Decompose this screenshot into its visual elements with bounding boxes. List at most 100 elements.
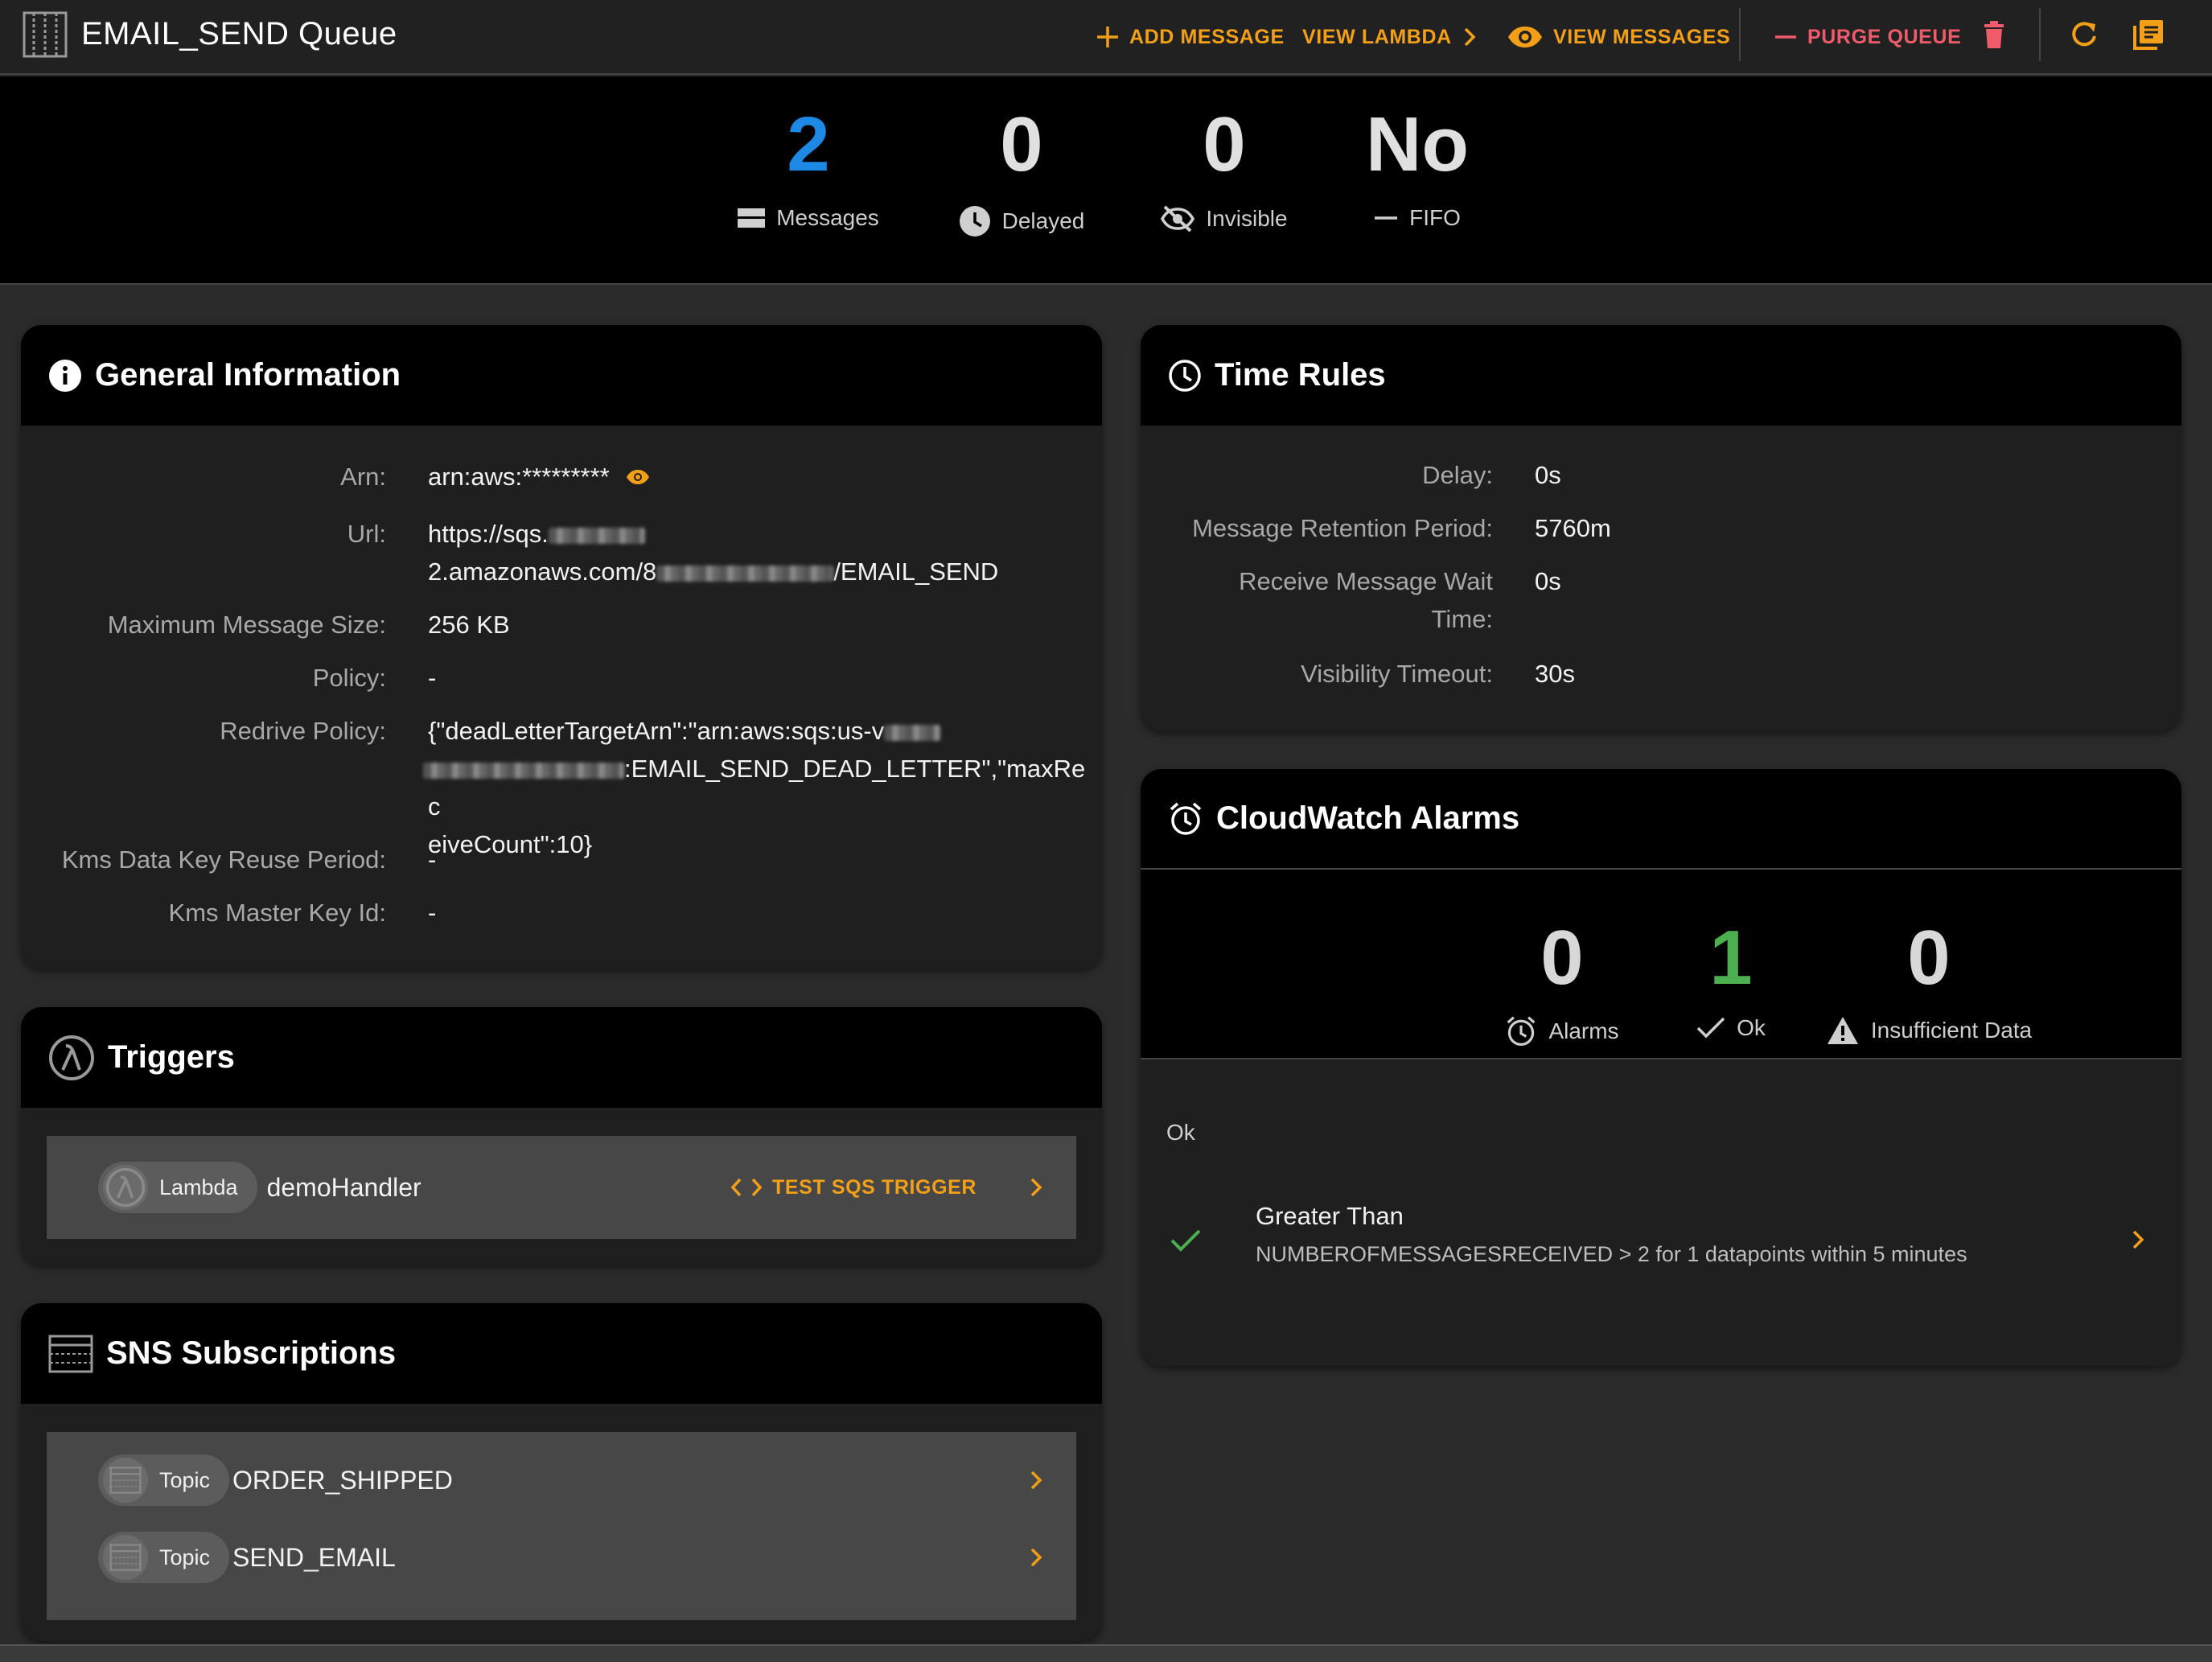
url-text-3: /EMAIL_SEND	[833, 557, 999, 586]
fifo-value: No	[1366, 101, 1469, 187]
receive-wait-value: 0s	[1535, 567, 1561, 595]
card-title: Triggers	[108, 1039, 235, 1075]
list-icon	[738, 208, 766, 228]
time-rules-card: Time Rules Delay: 0s Message Retention P…	[1141, 325, 2181, 730]
kms-key-label: Kms Master Key Id:	[168, 899, 386, 927]
library-books-icon	[2133, 20, 2163, 50]
toolbar-divider	[1739, 8, 1741, 61]
test-trigger-label: TEST SQS TRIGGER	[772, 1175, 977, 1199]
receive-wait-label-cont: Time:	[1431, 605, 1493, 633]
stat-invisible: 0 Invisible	[1112, 101, 1337, 232]
url-text-2: 2.amazonaws.com/8	[428, 557, 657, 586]
topic-chip: Topic	[98, 1454, 230, 1506]
general-information-card: General Information Arn: arn:aws:*******…	[21, 325, 1102, 969]
chevron-right-icon[interactable]	[2130, 1228, 2146, 1252]
redacted-block	[656, 565, 834, 582]
trash-icon	[1984, 21, 2004, 48]
os-taskbar	[0, 1644, 2212, 1662]
url-label: Url:	[347, 520, 386, 548]
trigger-name: demoHandler	[266, 1172, 421, 1202]
card-title: CloudWatch Alarms	[1216, 800, 1520, 836]
triggers-card: Triggers Lambda demoHandler TEST SQS TRI…	[21, 1007, 1102, 1265]
insufficient-count: 0	[1907, 915, 1951, 1001]
arn-text: arn:aws:*********	[428, 463, 610, 491]
max-size-value: 256 KB	[428, 611, 510, 639]
chip-label: Topic	[159, 1545, 211, 1569]
view-lambda-button[interactable]: VIEW LAMBDA	[1302, 18, 1478, 56]
sns-row[interactable]: Topic SEND_EMAIL	[47, 1519, 1076, 1596]
add-message-button[interactable]: ADD MESSAGE	[1096, 18, 1285, 56]
top-app-bar: EMAIL_SEND Queue ADD MESSAGE VIEW LAMBDA…	[0, 0, 2212, 75]
view-messages-label: VIEW MESSAGES	[1553, 25, 1731, 48]
kms-key-value: -	[428, 899, 437, 927]
topic-icon	[48, 1335, 93, 1372]
clock-icon	[959, 206, 990, 237]
reveal-eye-icon[interactable]	[626, 469, 650, 485]
trigger-row[interactable]: Lambda demoHandler TEST SQS TRIGGER	[47, 1136, 1076, 1239]
sns-row[interactable]: Topic ORDER_SHIPPED	[47, 1442, 1076, 1519]
queue-stats-banner: 2 Messages 0 Delayed 0 Invisible No FIFO	[0, 76, 2212, 285]
toolbar-divider	[2039, 8, 2041, 61]
card-header: SNS Subscriptions	[21, 1303, 1102, 1404]
alarm-stat-insufficient: 0 Insufficient Data	[1752, 914, 2106, 1046]
minus-icon	[1775, 35, 1796, 39]
chevron-right-icon[interactable]	[1028, 1175, 1044, 1199]
card-header: Triggers	[21, 1007, 1102, 1108]
view-messages-button[interactable]: VIEW MESSAGES	[1507, 18, 1730, 56]
view-lambda-label: VIEW LAMBDA	[1302, 25, 1452, 48]
purge-queue-label: PURGE QUEUE	[1807, 25, 1962, 48]
redacted-block	[548, 527, 645, 544]
warning-icon	[1827, 1017, 1858, 1044]
redacted-block	[884, 724, 941, 741]
lambda-icon	[49, 1035, 94, 1080]
alarm-clock-icon	[1507, 1016, 1536, 1046]
documentation-button[interactable]	[2130, 16, 2167, 53]
invisible-label: Invisible	[1206, 206, 1288, 231]
chevron-right-icon[interactable]	[1028, 1545, 1044, 1569]
policy-label: Policy:	[312, 664, 386, 692]
stat-messages: 2 Messages	[696, 101, 921, 231]
queue-logo-icon	[23, 11, 68, 58]
retention-label: Message Retention Period:	[1192, 514, 1493, 542]
chevron-right-icon	[1464, 27, 1476, 47]
topic-chip: Topic	[98, 1532, 230, 1583]
page-title: EMAIL_SEND Queue	[81, 16, 397, 51]
refresh-button[interactable]	[2066, 16, 2103, 53]
kms-reuse-value: -	[428, 845, 437, 874]
alarm-title: Greater Than	[1256, 1202, 1404, 1230]
redrive-text-3: eiveCount":10}	[428, 830, 593, 858]
insufficient-label: Insufficient Data	[1870, 1018, 2033, 1043]
redacted-block	[423, 762, 624, 779]
invisible-count: 0	[1203, 101, 1246, 187]
topic-icon	[103, 1458, 148, 1503]
topic-name: SEND_EMAIL	[232, 1542, 396, 1572]
card-title: SNS Subscriptions	[106, 1335, 397, 1371]
minus-icon	[1375, 216, 1398, 220]
topic-name: ORDER_SHIPPED	[232, 1465, 453, 1495]
arn-label: Arn:	[340, 463, 386, 491]
sns-subscriptions-card: SNS Subscriptions Topic ORDER_SHIPPED To…	[21, 1303, 1102, 1641]
chip-label: Topic	[159, 1467, 211, 1492]
messages-label: Messages	[776, 205, 879, 230]
redrive-value: {"deadLetterTargetArn":"arn:aws:sqs:us-v…	[423, 712, 1087, 863]
max-size-label: Maximum Message Size:	[107, 611, 386, 639]
kms-reuse-label: Kms Data Key Reuse Period:	[61, 845, 386, 874]
chevron-right-icon[interactable]	[1028, 1468, 1044, 1492]
purge-queue-button[interactable]: PURGE QUEUE	[1774, 18, 1961, 56]
general-fields: Arn: arn:aws:********* Url: https://sqs.…	[21, 325, 1102, 969]
lambda-chip: Lambda	[98, 1162, 257, 1213]
delete-queue-button[interactable]	[1976, 16, 2013, 53]
plus-icon	[1097, 27, 1118, 47]
delay-label: Delay:	[1422, 461, 1493, 489]
cloudwatch-alarms-card: CloudWatch Alarms 0 Alarms 1 Ok 0 Insuff…	[1141, 769, 2181, 1366]
refresh-icon	[2072, 22, 2096, 47]
alarm-row[interactable]: Greater Than NUMBEROFMESSAGESRECEIVED > …	[1141, 1195, 2181, 1316]
visibility-label: Visibility Timeout:	[1301, 660, 1493, 688]
redrive-label: Redrive Policy:	[220, 717, 386, 745]
fifo-label: FIFO	[1409, 205, 1461, 230]
redrive-text-1: {"deadLetterTargetArn":"arn:aws:sqs:us-v	[428, 717, 885, 745]
eye-off-icon	[1161, 205, 1195, 232]
test-sqs-trigger-button[interactable]: TEST SQS TRIGGER	[730, 1168, 976, 1207]
visibility-value: 30s	[1535, 660, 1575, 688]
arn-value: arn:aws:*********	[428, 458, 650, 496]
